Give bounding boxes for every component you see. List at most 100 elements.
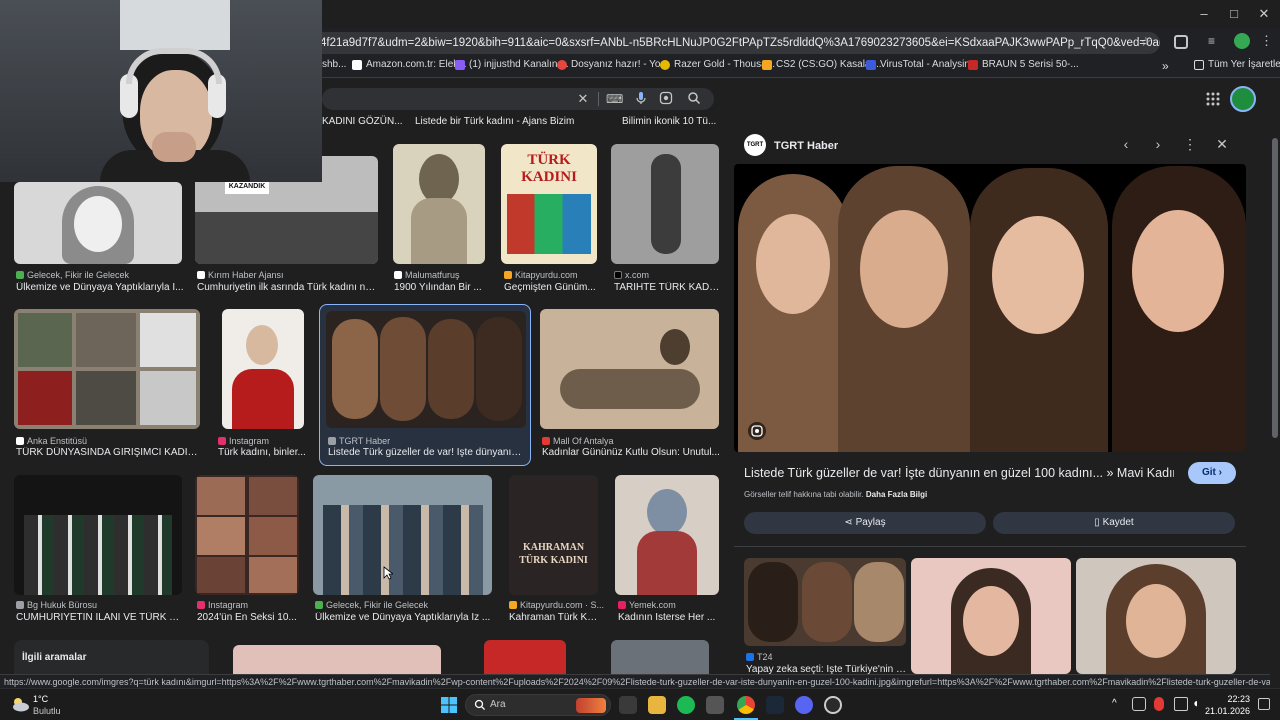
result-title[interactable]: Listede Türk güzeller de var! İşte dünya…	[328, 447, 524, 458]
result-image[interactable]: KAHRAMAN TÜRK KADINI	[509, 475, 598, 595]
result-title[interactable]: 2024'ün En Seksi 10...	[197, 612, 301, 623]
extensions-icon[interactable]	[1174, 35, 1188, 49]
result-title[interactable]: TÜRK DÜNYASINDA GİRİŞİMCİ KADIN...	[16, 447, 200, 458]
bookmark-item[interactable]: (1) injjusthd Kanalını...	[455, 59, 569, 70]
result-image-selected[interactable]	[326, 311, 526, 428]
more-options-icon[interactable]: ⋮	[1180, 134, 1200, 154]
lens-icon[interactable]	[748, 422, 766, 440]
photo-portrait	[419, 154, 459, 204]
result-title[interactable]: 1900 Yılından Bir ...	[394, 282, 486, 293]
chrome-icon[interactable]	[737, 696, 755, 714]
maximize-button[interactable]: □	[1222, 4, 1246, 24]
clock-time[interactable]: 22:23	[1222, 694, 1250, 704]
mic-icon[interactable]	[636, 91, 646, 107]
result-title[interactable]: Bilimin ikonik 10 Tü...	[622, 116, 716, 127]
result-image[interactable]: TÜRK KADINI	[501, 144, 597, 264]
lens-icon[interactable]	[658, 91, 674, 107]
tray-overflow-icon[interactable]: ^	[1112, 698, 1117, 709]
result-title[interactable]: CUMHURİYETİN İLANI VE TÜRK K...	[16, 612, 182, 623]
bookmark-star-icon[interactable]: ☆	[1140, 34, 1156, 50]
related-image[interactable]	[911, 558, 1071, 674]
discord-icon[interactable]	[795, 696, 813, 714]
result-image[interactable]	[611, 640, 709, 674]
related-image[interactable]	[744, 558, 906, 646]
bookmark-item[interactable]: Razer Gold - Thousa...	[660, 59, 775, 70]
taskbar-search[interactable]: Ara	[465, 694, 611, 716]
result-title[interactable]: Cumhuriyetin ilk asrında Türk kadını ne.…	[197, 282, 377, 293]
related-image[interactable]	[1076, 558, 1236, 674]
url-field[interactable]: 4f21a9d7f7&udm=2&biw=1920&bih=911&aic=0&…	[310, 32, 1160, 54]
search-box[interactable]: ✕ ⌨	[322, 88, 714, 110]
result-title[interactable]: Kadının İsterse Her ...	[618, 612, 718, 623]
task-view-icon[interactable]	[619, 696, 637, 714]
result-image[interactable]	[222, 309, 304, 429]
account-avatar[interactable]	[1230, 86, 1256, 112]
preview-image[interactable]	[734, 164, 1246, 452]
windows-start-icon[interactable]	[441, 697, 457, 713]
result-title[interactable]: Geçmişten Günüm...	[504, 282, 600, 293]
result-title[interactable]: Ülkemize ve Dünyaya Yaptıklarıyla İz ...	[315, 612, 493, 623]
result-title[interactable]: Listede bir Türk kadını - Ajans Bizim	[415, 116, 574, 127]
weather-icon[interactable]	[10, 695, 30, 713]
close-panel-icon[interactable]: ✕	[1212, 134, 1232, 154]
bookmark-item[interactable]: Amazon.com.tr: Elek...	[352, 59, 467, 70]
result-title[interactable]: Kahraman Türk Ka...	[509, 612, 601, 623]
bookmark-item[interactable]: BRAUN 5 Serisi 50-...	[968, 59, 1079, 70]
related-title[interactable]: Yapay zeka seçti: İşte Türkiye'nin e...	[746, 664, 906, 674]
result-title[interactable]: Kadınlar Gününüz Kutlu Olsun: Unutul...	[542, 447, 720, 458]
result-title[interactable]: Ülkemize ve Dünyaya Yaptıklarıyla İ...	[16, 282, 186, 293]
network-icon[interactable]	[1174, 697, 1188, 711]
panel-title[interactable]: Listede Türk güzeller de var! İşte dünya…	[744, 466, 1174, 480]
clear-icon[interactable]: ✕	[575, 91, 591, 107]
previous-icon[interactable]: ‹	[1116, 134, 1136, 154]
clock-date[interactable]: 21.01.2026	[1202, 706, 1250, 716]
result-image[interactable]	[233, 645, 441, 674]
next-icon[interactable]: ›	[1148, 134, 1168, 154]
app-icon[interactable]	[824, 696, 842, 714]
result-title[interactable]: KADINI GÖZÜN...	[322, 116, 403, 127]
profile-avatar[interactable]	[1234, 33, 1250, 49]
visit-button[interactable]: Git ›	[1188, 462, 1236, 484]
result-image[interactable]	[484, 640, 566, 674]
result-image[interactable]	[615, 475, 719, 595]
share-button[interactable]: ⋖ Paylaş	[744, 512, 986, 534]
minimize-button[interactable]: –	[1192, 4, 1216, 24]
tray-app-icon[interactable]	[1132, 697, 1146, 711]
bookmark-item[interactable]: shb...	[322, 59, 346, 70]
file-explorer-icon[interactable]	[648, 696, 666, 714]
result-image[interactable]	[14, 475, 182, 595]
page-scrollbar[interactable]	[1270, 78, 1280, 674]
result-image[interactable]	[14, 309, 200, 429]
apps-grid-icon[interactable]	[1206, 92, 1220, 106]
result-image[interactable]	[393, 144, 485, 264]
related-searches-card[interactable]: İlgili aramalar	[14, 640, 209, 674]
result-title[interactable]: TARİHTE TÜRK KADI...	[614, 282, 720, 293]
result-image[interactable]	[540, 309, 719, 429]
save-button[interactable]: ▯ Kaydet	[993, 512, 1235, 534]
result-image[interactable]	[611, 144, 719, 264]
result-image[interactable]	[14, 182, 182, 264]
scrollbar-thumb[interactable]	[1272, 138, 1278, 438]
steam-icon[interactable]	[766, 696, 784, 714]
panel-source[interactable]: TGRT Haber	[774, 140, 838, 152]
app-icon[interactable]	[706, 696, 724, 714]
result-title[interactable]: Türk kadını, binler...	[218, 447, 306, 458]
bookmark-item[interactable]: Dosyanız hazır! - Yo...	[557, 59, 669, 70]
result-image[interactable]	[313, 475, 492, 595]
all-bookmarks-button[interactable]: Tüm Yer İşaretleri	[1194, 59, 1280, 70]
menu-kebab-icon[interactable]: ⋮	[1260, 33, 1273, 49]
keyboard-icon[interactable]: ⌨	[606, 91, 623, 107]
result-source: x.com	[614, 270, 649, 280]
result-image[interactable]	[195, 475, 299, 595]
notification-icon[interactable]	[1258, 698, 1270, 710]
bookmark-item[interactable]: VirusTotal - Analysin...	[866, 59, 978, 70]
bookmarks-overflow-button[interactable]: »	[1162, 59, 1169, 73]
volume-icon[interactable]: ◖	[1192, 696, 1199, 710]
search-icon[interactable]	[686, 91, 702, 107]
microphone-icon[interactable]	[1154, 697, 1164, 711]
spotify-icon[interactable]	[677, 696, 695, 714]
media-control-icon[interactable]: ≡	[1208, 34, 1224, 50]
more-info-link[interactable]: Daha Fazla Bilgi	[866, 490, 927, 499]
close-window-button[interactable]: ✕	[1252, 4, 1276, 24]
bookmark-item[interactable]: CS2 (CS:GO) Kasalar...	[762, 59, 882, 70]
